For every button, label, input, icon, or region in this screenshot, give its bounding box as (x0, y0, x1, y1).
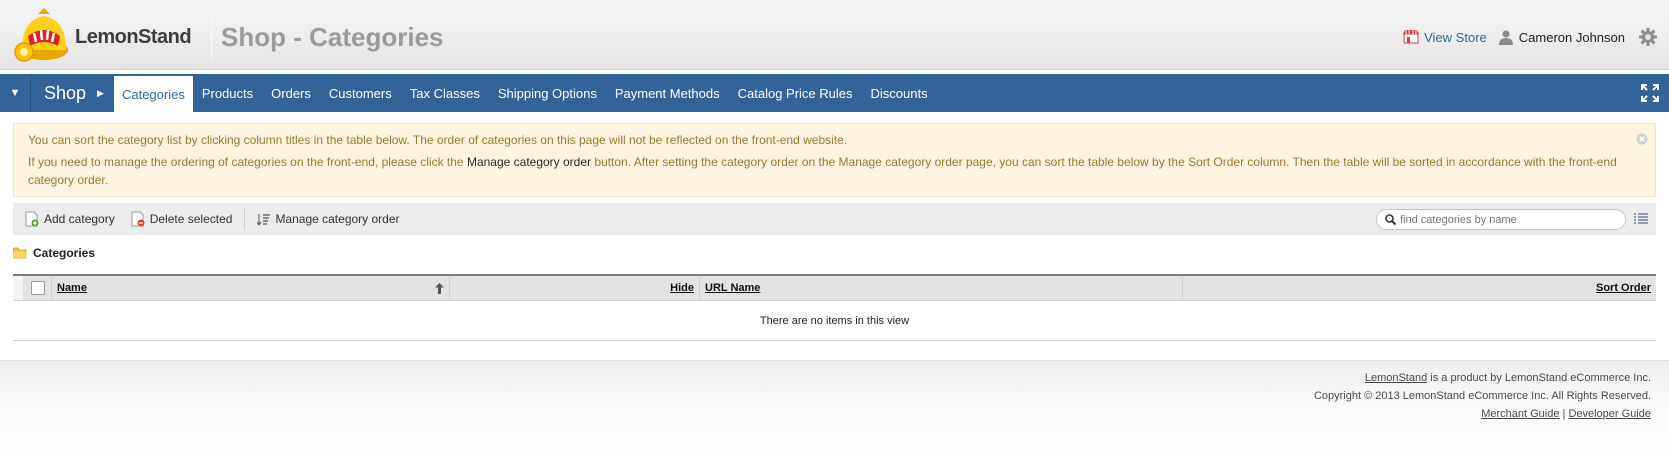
tab-payment-methods[interactable]: Payment Methods (606, 74, 729, 112)
footer-product-text: is a product by LemonStand eCommerce Inc… (1427, 372, 1651, 384)
categories-table: Name Hide URL Name Sort Order There are … (13, 274, 1656, 341)
tab-catalog-price-rules[interactable]: Catalog Price Rules (729, 74, 862, 112)
footer-divider: | (1562, 408, 1566, 420)
chevron-right-icon: ▶ (97, 87, 104, 98)
tab-orders[interactable]: Orders (262, 74, 320, 112)
tab-shipping-options[interactable]: Shipping Options (489, 74, 606, 112)
manage-category-order-label: Manage category order (275, 212, 400, 226)
select-all-cell (13, 276, 52, 300)
info-notice: You can sort the category list by clicki… (13, 123, 1656, 197)
sort-ascending-icon (435, 282, 444, 294)
developer-guide-link[interactable]: Developer Guide (1568, 408, 1651, 420)
footer-product-line: LemonStand is a product by LemonStand eC… (1365, 372, 1651, 384)
section-title: Categories (13, 246, 95, 260)
select-all-checkbox[interactable] (31, 281, 45, 295)
tab-discounts[interactable]: Discounts (862, 74, 937, 112)
delete-document-icon (131, 211, 145, 227)
sort-by-hide-link[interactable]: Hide (670, 282, 694, 294)
table-header: Name Hide URL Name Sort Order (13, 274, 1656, 301)
merchant-guide-link[interactable]: Merchant Guide (1481, 408, 1559, 420)
notice-text: If you need to manage the ordering of ca… (28, 155, 467, 169)
tab-categories[interactable]: Categories (113, 76, 193, 112)
sort-by-url-name-link[interactable]: URL Name (705, 282, 760, 294)
lemonstand-link[interactable]: LemonStand (1365, 372, 1427, 384)
delete-selected-button[interactable]: Delete selected (131, 203, 233, 235)
fullscreen-icon[interactable] (1641, 84, 1659, 102)
footer-guides: Merchant Guide | Developer Guide (1481, 408, 1651, 420)
header-divider (211, 12, 212, 58)
app-header: LemonStand Shop - Categories View Store … (0, 0, 1669, 70)
user-icon (1498, 30, 1513, 45)
store-icon (1403, 30, 1420, 44)
search-box (1376, 209, 1626, 230)
close-icon[interactable] (1636, 133, 1648, 145)
folder-icon (13, 247, 27, 259)
manage-category-order-button[interactable]: Manage category order (257, 203, 400, 235)
sort-list-icon (257, 213, 271, 226)
add-category-label: Add category (44, 212, 115, 226)
footer-copyright: Copyright © 2013 LemonStand eCommerce In… (1313, 390, 1651, 402)
toolbar-divider (244, 208, 246, 230)
page-title: Shop - Categories (221, 22, 444, 52)
nav-section-label: Shop (44, 82, 87, 103)
delete-selected-label: Delete selected (149, 212, 233, 226)
main-nav: ▼ Shop ▶ Categories Products Orders Cust… (0, 74, 1669, 112)
tab-products[interactable]: Products (193, 74, 262, 112)
section-title-label: Categories (33, 246, 96, 260)
notice-highlight: Manage category order (466, 155, 592, 169)
column-name-header: Name (52, 276, 450, 300)
page-footer: LemonStand is a product by LemonStand eC… (0, 360, 1669, 461)
sort-by-name-link[interactable]: Name (57, 282, 87, 294)
nav-menu-toggle[interactable]: ▼ (0, 74, 31, 112)
list-toolbar: Add category Delete selected Manage cate… (13, 203, 1656, 235)
user-name[interactable]: Cameron Johnson (1519, 30, 1625, 45)
search-input[interactable] (1400, 213, 1610, 226)
tab-tax-classes[interactable]: Tax Classes (401, 74, 489, 112)
column-sort-order-header: Sort Order (1183, 276, 1656, 300)
add-document-icon (25, 211, 39, 227)
lemonstand-logo-icon[interactable] (12, 6, 74, 64)
search-icon (1385, 214, 1396, 225)
notice-line-1: You can sort the category list by clicki… (28, 133, 848, 147)
column-url-name-header: URL Name (700, 276, 1183, 300)
view-store-link[interactable]: View Store (1424, 30, 1487, 45)
sort-by-sort-order-link[interactable]: Sort Order (1596, 282, 1651, 294)
brand-name: LemonStand (75, 26, 192, 48)
list-view-icon[interactable] (1634, 213, 1648, 225)
tab-customers[interactable]: Customers (320, 74, 401, 112)
add-category-button[interactable]: Add category (25, 203, 115, 235)
nav-section-shop[interactable]: Shop ▶ (31, 74, 114, 112)
gear-icon[interactable] (1639, 28, 1657, 46)
notice-line-2: If you need to manage the ordering of ca… (28, 153, 1628, 189)
header-actions: View Store Cameron Johnson (1403, 28, 1657, 46)
column-hide-header: Hide (450, 276, 700, 300)
empty-state-message: There are no items in this view (13, 301, 1656, 341)
